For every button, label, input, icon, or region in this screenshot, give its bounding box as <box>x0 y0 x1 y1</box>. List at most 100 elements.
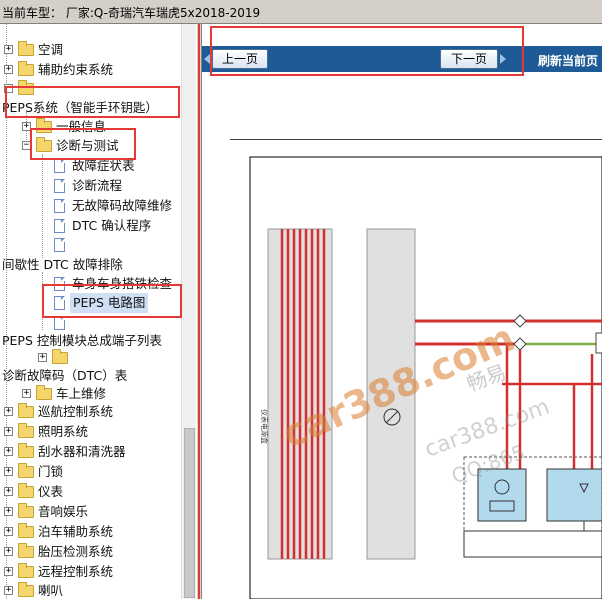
tree-item-label: 胎压检测系统 <box>38 544 114 559</box>
folder-icon <box>18 443 34 458</box>
document-viewer: 上一页 下一页 刷新当前页 仪表电源盒 car388.com 畅易 car388… <box>202 24 602 599</box>
tree-item-remote[interactable]: + 远程控制系统 <box>2 562 182 582</box>
folder-icon <box>36 118 52 133</box>
tree-item-label: 刮水器和清洗器 <box>38 444 126 459</box>
folder-icon <box>18 61 34 76</box>
expand-icon[interactable]: + <box>4 447 13 456</box>
tree-item-label: 车上维修 <box>56 386 107 401</box>
tree-item-label: 巡航控制系统 <box>38 404 114 419</box>
tree-item-label: 车身车身搭铁检查 <box>72 276 173 291</box>
tree-item-label-selected: PEPS 电路图 <box>70 293 149 313</box>
expand-icon[interactable]: + <box>4 586 13 595</box>
tree-item-dtc-table[interactable]: 诊断故障码（DTC）表 <box>2 366 182 386</box>
folder-icon <box>18 463 34 478</box>
tree-item-label: 音响娱乐 <box>38 504 89 519</box>
tree-item-diagnosis[interactable]: − 诊断与测试 <box>2 136 182 156</box>
tree-item-horn[interactable]: + 喇叭 <box>2 581 182 599</box>
folder-icon <box>18 523 34 538</box>
refresh-page-link[interactable]: 刷新当前页 <box>538 52 598 69</box>
tree-item-label: 无故障码故障维修 <box>72 198 173 213</box>
document-icon <box>54 179 65 193</box>
expand-icon[interactable]: + <box>38 353 47 362</box>
folder-icon <box>18 543 34 558</box>
tree-item-general-info[interactable]: + 一般信息 <box>2 117 182 137</box>
expand-icon[interactable]: + <box>4 487 13 496</box>
tree-item-airbag[interactable]: + 辅助约束系统 <box>2 60 182 80</box>
tree-item-label: 诊断流程 <box>72 178 123 193</box>
tree-item-blank-doc[interactable] <box>2 235 182 255</box>
expand-icon[interactable]: + <box>4 567 13 576</box>
tree-item-label: 远程控制系统 <box>38 564 114 579</box>
page-nav-bar: 上一页 下一页 刷新当前页 <box>202 46 602 72</box>
tree-item-label: 故障症状表 <box>72 158 135 173</box>
tree-item-blank-doc-2[interactable] <box>2 313 182 333</box>
tree-item-door-lock[interactable]: + 门锁 <box>2 462 182 482</box>
folder-icon <box>18 563 34 578</box>
tree-item-peps-system[interactable]: PEPS系统（智能手环钥匙） <box>2 98 182 118</box>
collapse-icon[interactable]: − <box>4 84 13 93</box>
expand-icon[interactable]: + <box>4 45 13 54</box>
tree-item-wiper[interactable]: + 刮水器和清洗器 <box>2 442 182 462</box>
prev-page-button[interactable]: 上一页 <box>212 49 268 69</box>
document-icon <box>54 316 65 330</box>
tree-item-label: 空调 <box>38 42 64 57</box>
tree-item-parking[interactable]: + 泊车辅助系统 <box>2 522 182 542</box>
tree-item-label: 喇叭 <box>38 583 64 598</box>
tree-item-lighting[interactable]: + 照明系统 <box>2 422 182 442</box>
folder-icon <box>18 503 34 518</box>
document-icon <box>54 199 65 213</box>
tree-item-label: 照明系统 <box>38 424 89 439</box>
tree-item-dtc-confirm[interactable]: DTC 确认程序 <box>2 216 182 236</box>
tree-item-label: DTC 确认程序 <box>72 218 152 233</box>
tree-item-no-dtc-repair[interactable]: 无故障码故障维修 <box>2 196 182 216</box>
tree-item-intermittent-dtc[interactable]: 间歇性 DTC 故障排除 <box>2 255 182 275</box>
expand-icon[interactable]: + <box>4 507 13 516</box>
tree-item-onboard-repair[interactable]: + 车上维修 <box>2 384 182 404</box>
folder-open-icon <box>36 137 52 152</box>
tree-item-symptom-table[interactable]: 故障症状表 <box>2 156 182 176</box>
folder-icon <box>18 423 34 438</box>
tree-item-subfolder[interactable]: + <box>2 348 182 368</box>
expand-icon[interactable]: + <box>4 407 13 416</box>
tree-item-label: 泊车辅助系统 <box>38 524 114 539</box>
folder-icon <box>18 41 34 56</box>
tree-item-diag-flow[interactable]: 诊断流程 <box>2 176 182 196</box>
tree-item-label: PEPS系统（智能手环钥匙） <box>2 100 158 115</box>
document-icon <box>54 277 65 291</box>
tree-item-instrument[interactable]: + 仪表 <box>2 482 182 502</box>
expand-icon[interactable]: + <box>22 122 31 131</box>
folder-icon <box>18 403 34 418</box>
tree-scrollbar[interactable] <box>181 24 196 599</box>
tree-panel: + 空调 + 辅助约束系统 − PEPS系统（智能手环钥匙） + 一般信息 − … <box>0 24 196 599</box>
collapse-icon[interactable]: − <box>22 141 31 150</box>
expand-icon[interactable]: + <box>4 547 13 556</box>
expand-icon[interactable]: + <box>4 467 13 476</box>
tree-item-tpms[interactable]: + 胎压检测系统 <box>2 542 182 562</box>
folder-icon <box>36 385 52 400</box>
tree-item-peps-folder[interactable]: − <box>2 79 182 99</box>
title-bar: 当前车型： 厂家:Q-奇瑞汽车瑞虎5x2018-2019 <box>0 0 602 24</box>
document-icon <box>54 219 65 233</box>
expand-icon[interactable]: + <box>4 527 13 536</box>
tree-item-audio[interactable]: + 音响娱乐 <box>2 502 182 522</box>
expand-icon[interactable]: + <box>4 65 13 74</box>
expand-icon[interactable]: + <box>4 427 13 436</box>
expand-icon[interactable]: + <box>22 389 31 398</box>
scrollbar-thumb[interactable] <box>184 428 195 598</box>
tree-item-label: 间歇性 DTC 故障排除 <box>2 257 123 272</box>
tree-item-aircon[interactable]: + 空调 <box>2 40 182 60</box>
tree-item-peps-circuit[interactable]: PEPS 电路图 <box>2 293 182 313</box>
next-page-button[interactable]: 下一页 <box>440 49 498 69</box>
tree-item-label: 门锁 <box>38 464 64 479</box>
tree-item-label: 仪表 <box>38 484 64 499</box>
tree-item-cruise[interactable]: + 巡航控制系统 <box>2 402 182 422</box>
tree-item-label: 辅助约束系统 <box>38 62 114 77</box>
tree-item-label: 诊断故障码（DTC）表 <box>2 368 128 383</box>
tree-item-label: 一般信息 <box>56 119 107 134</box>
folder-open-icon <box>18 80 34 95</box>
document-icon <box>54 238 65 252</box>
tree-item-ground-check[interactable]: 车身车身搭铁检查 <box>2 274 182 294</box>
document-icon <box>54 296 65 310</box>
fuse-box-label: 仪表电源盒 <box>260 409 269 444</box>
window-title: 当前车型： 厂家:Q-奇瑞汽车瑞虎5x2018-2019 <box>2 6 261 20</box>
